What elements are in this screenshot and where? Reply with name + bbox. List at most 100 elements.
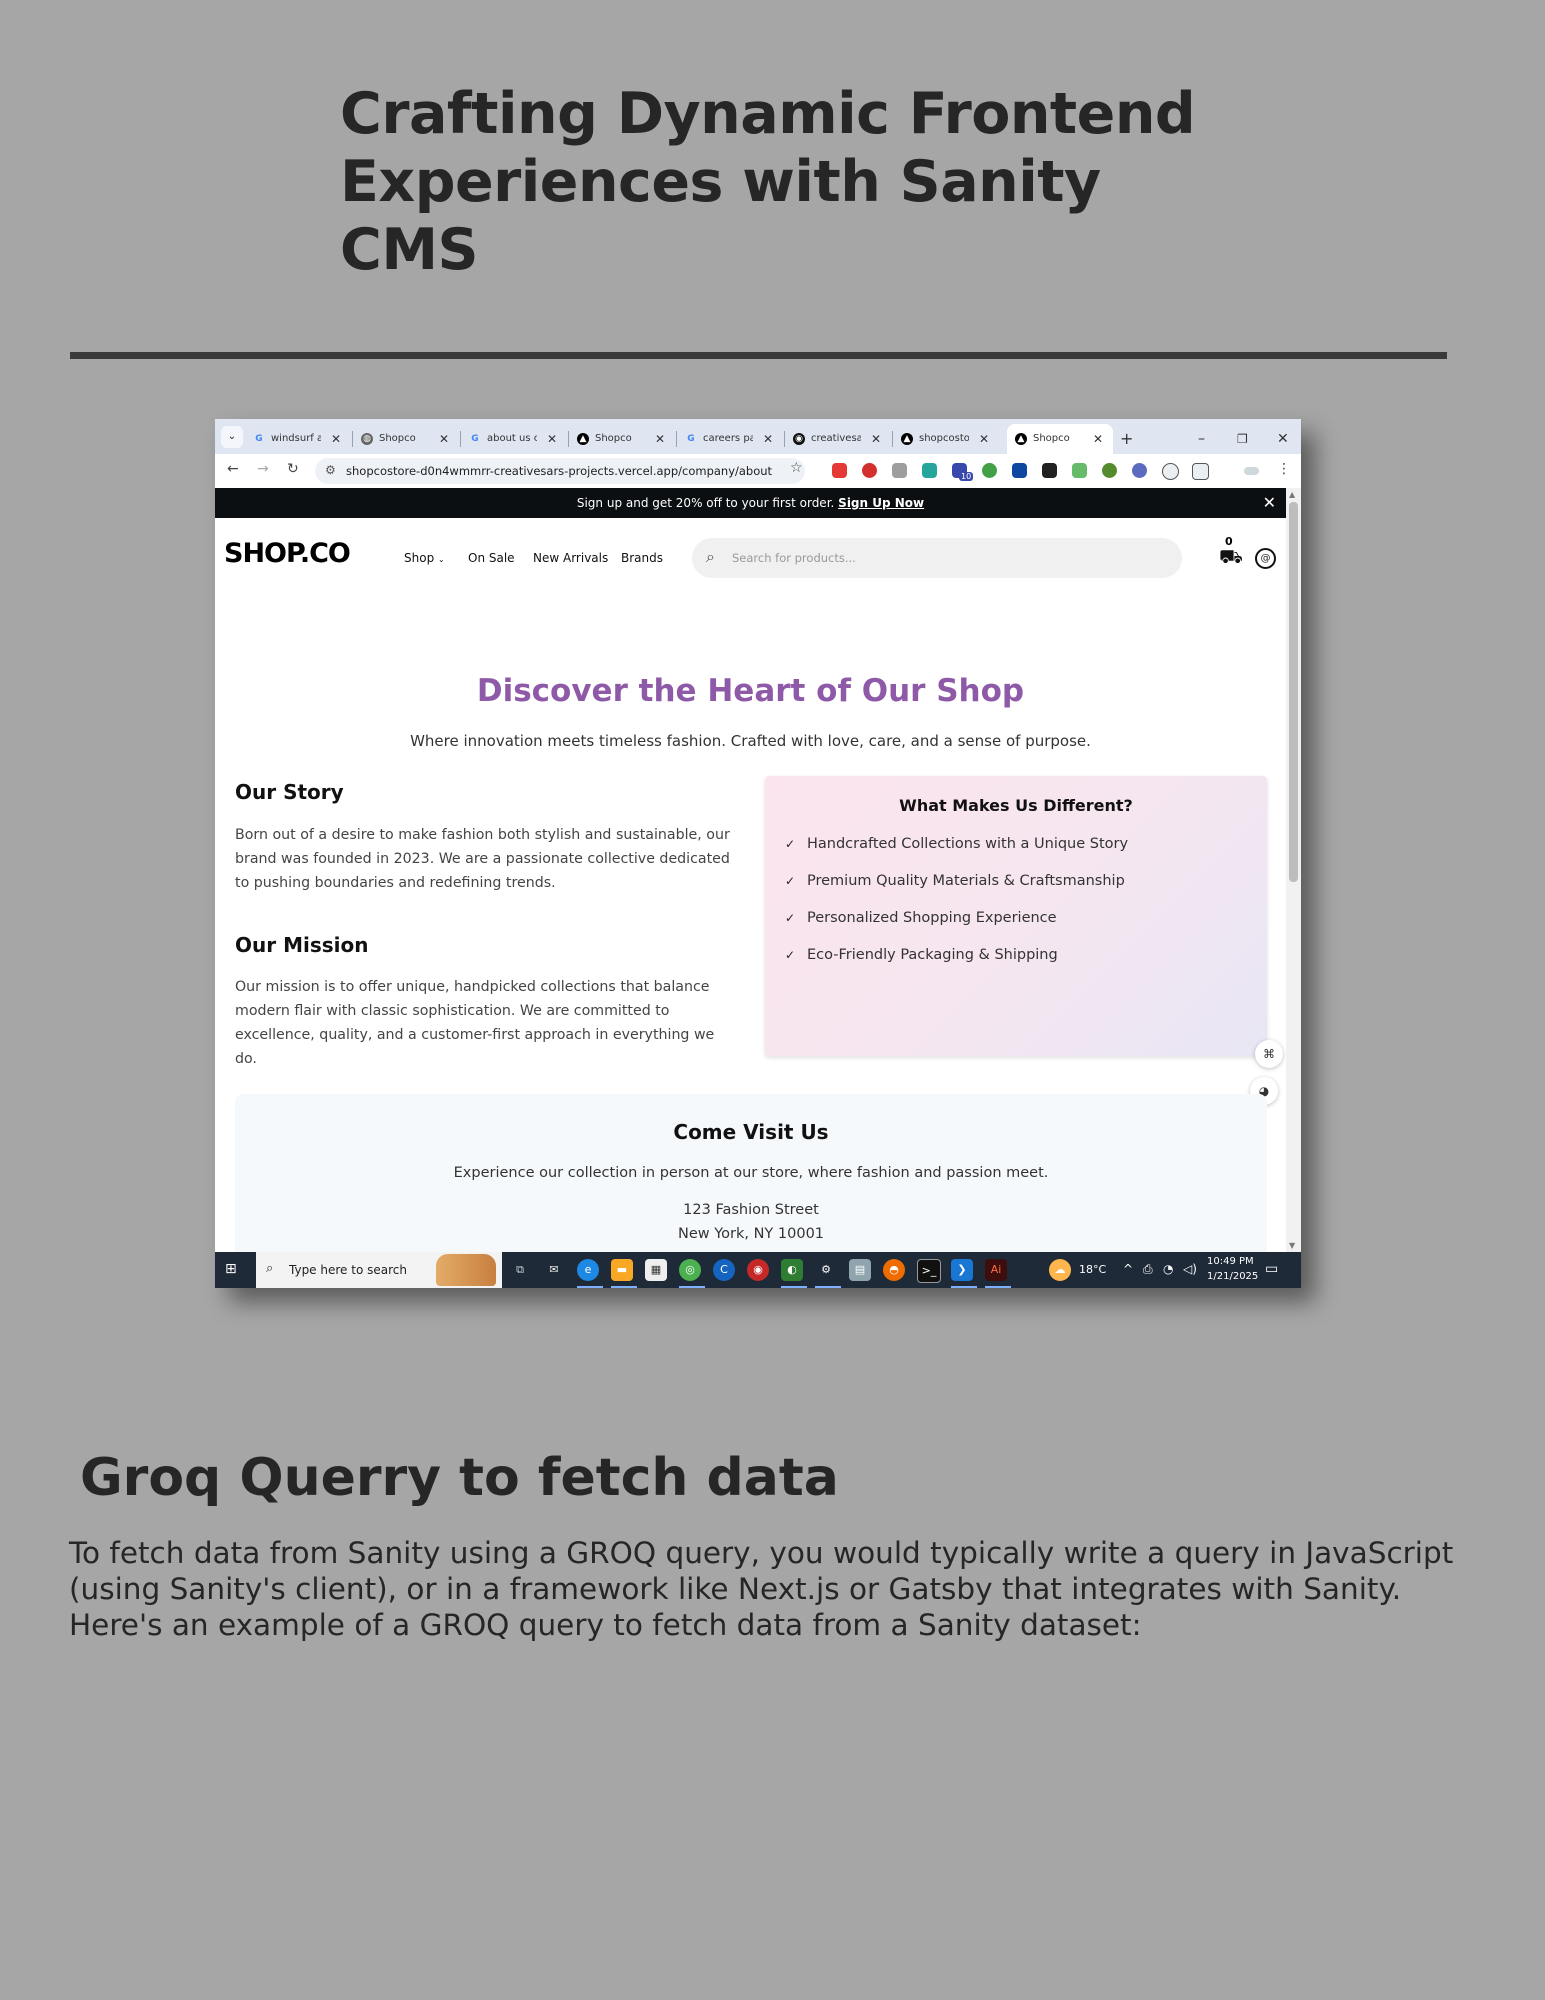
come-visit-us-section: Come Visit Us Experience our collection … (235, 1094, 1267, 1252)
cart-icon[interactable]: ⛟ (1219, 546, 1243, 571)
file-explorer-icon[interactable]: ▬ (611, 1259, 633, 1281)
tab-label: windsurf a (271, 433, 321, 444)
new-tab-icon[interactable]: + (1120, 424, 1133, 454)
tray-chevron-icon[interactable]: ^ (1123, 1262, 1133, 1276)
wifi-icon[interactable]: ◔ (1163, 1262, 1173, 1276)
tab-label: shopcosto (919, 433, 969, 444)
taskbar-search-input[interactable]: Type here to search (289, 1263, 407, 1277)
nav-new-arrivals[interactable]: New Arrivals (533, 551, 608, 565)
command-icon[interactable]: ⌘ (1255, 1040, 1283, 1068)
profile-icon[interactable] (1244, 467, 1259, 475)
tab-label: Shopco (1033, 433, 1070, 444)
user-account-icon[interactable]: @ (1255, 548, 1276, 569)
task-view-icon[interactable]: ⧉ (509, 1259, 531, 1281)
globe-extension-icon[interactable] (1102, 463, 1117, 478)
windows-taskbar: ⊞ ⌕ Type here to search ⧉ ✉ e ▬ ▦ ◎ C ◉ … (215, 1252, 1301, 1288)
url-bar[interactable]: ⚙ shopcostore-d0n4wmmrr-creativesars-pro… (315, 458, 805, 484)
chevron-down-icon: ⌄ (438, 555, 445, 564)
close-tab-icon[interactable]: ✕ (547, 424, 557, 454)
nav-shop[interactable]: Shop ⌄ (404, 551, 445, 565)
tab-search-button[interactable]: ⌄ (221, 426, 243, 448)
clock-date[interactable]: 1/21/2025 (1207, 1271, 1258, 1282)
tab-shopco-2[interactable]: ▲ Shopco ✕ (569, 424, 675, 454)
close-tab-icon[interactable]: ✕ (1093, 424, 1103, 454)
cortana-app-icon[interactable]: C (713, 1259, 735, 1281)
taskbar-search[interactable]: ⌕ Type here to search (256, 1252, 502, 1288)
leaf-extension-icon[interactable] (922, 463, 937, 478)
nav-on-sale[interactable]: On Sale (468, 551, 515, 565)
tab-shopco-1[interactable]: ◍ Shopco ✕ (353, 424, 459, 454)
close-tab-icon[interactable]: ✕ (331, 424, 341, 454)
terminal-icon[interactable]: >_ (917, 1259, 941, 1283)
chrome-icon[interactable]: ◎ (679, 1259, 701, 1281)
tab-shopco-active[interactable]: ▲ Shopco ✕ (1007, 424, 1113, 454)
adblock-icon[interactable] (832, 463, 847, 478)
tab-careers[interactable]: G careers pa ✕ (677, 424, 783, 454)
weather-temperature[interactable]: 18°C (1079, 1263, 1106, 1276)
reload-icon[interactable]: ↻ (287, 461, 299, 477)
page-scrollbar[interactable]: ▲ ▼ (1286, 488, 1301, 1252)
firefox-icon[interactable]: ◓ (883, 1259, 905, 1281)
site-info-icon[interactable]: ⚙ (325, 463, 336, 477)
weather-icon[interactable]: ☁ (1049, 1259, 1071, 1281)
puzzle-icon[interactable] (1192, 463, 1209, 480)
store-icon[interactable]: ▦ (645, 1259, 667, 1281)
signup-link[interactable]: Sign Up Now (838, 496, 924, 510)
minimize-icon[interactable]: – (1198, 424, 1205, 454)
clock-time[interactable]: 10:49 PM (1207, 1256, 1254, 1267)
scroll-down-icon[interactable]: ▼ (1289, 1241, 1295, 1250)
grammarly-icon[interactable] (982, 463, 997, 478)
gear-extension-icon[interactable] (1132, 463, 1147, 478)
server-icon[interactable]: ▤ (849, 1259, 871, 1281)
restore-icon[interactable]: ❐ (1237, 424, 1248, 454)
close-tab-icon[interactable]: ✕ (439, 424, 449, 454)
close-tab-icon[interactable]: ✕ (763, 424, 773, 454)
close-tab-icon[interactable]: ✕ (871, 424, 881, 454)
visit-address-line2: New York, NY 10001 (677, 1226, 825, 1242)
meet-now-icon[interactable]: ⎙ (1143, 1262, 1153, 1277)
tab-shopcostore[interactable]: ▲ shopcosto ✕ (893, 424, 999, 454)
bookmark-star-icon[interactable]: ☆ (790, 460, 803, 476)
scrollbar-thumb[interactable] (1289, 502, 1298, 882)
address-bar-row: ← → ↻ ⚙ shopcostore-d0n4wmmrr-creativesa… (215, 454, 1301, 489)
mail-icon[interactable]: ✉ (543, 1259, 565, 1281)
search-input[interactable]: Search for products... (732, 551, 856, 565)
active-app-indicator (577, 1286, 603, 1288)
close-window-icon[interactable]: ✕ (1277, 424, 1289, 454)
opera-extension-icon[interactable] (862, 463, 877, 478)
settings-gear-icon[interactable]: ⚙ (815, 1259, 837, 1281)
site-logo[interactable]: SHOP.CO (224, 538, 351, 569)
close-tab-icon[interactable]: ✕ (655, 424, 665, 454)
different-item: ✓ Eco-Friendly Packaging & Shipping (785, 947, 1058, 963)
active-app-indicator (951, 1286, 977, 1288)
tab-label: creativesa (811, 433, 861, 444)
nav-brands[interactable]: Brands (621, 551, 663, 565)
tab-label: about us c (487, 433, 537, 444)
volume-icon[interactable]: ◁) (1183, 1262, 1197, 1276)
menu-kebab-icon[interactable]: ⋮ (1277, 461, 1291, 477)
scroll-up-icon[interactable]: ▲ (1289, 490, 1295, 499)
dark-extension-icon[interactable] (1042, 463, 1057, 478)
dev-extension-icon[interactable] (1012, 463, 1027, 478)
red-app-icon[interactable]: ◉ (747, 1259, 769, 1281)
search-bar[interactable]: ⌕ Search for products... (692, 538, 1182, 578)
back-icon[interactable]: ← (227, 461, 239, 477)
different-item: ✓ Premium Quality Materials & Craftsmansh… (785, 873, 1125, 889)
close-tab-icon[interactable]: ✕ (979, 424, 989, 454)
edge-dev-icon[interactable]: ◐ (781, 1259, 803, 1281)
tab-about-us[interactable]: G about us c ✕ (461, 424, 567, 454)
windows-start-icon[interactable]: ⊞ (225, 1261, 241, 1277)
notification-icon[interactable]: ▭ (1265, 1261, 1278, 1277)
forward-icon[interactable]: → (257, 461, 269, 477)
tab-windsurf[interactable]: G windsurf a ✕ (245, 424, 351, 454)
copilot-extension-icon[interactable] (1162, 463, 1179, 480)
edge-icon[interactable]: e (577, 1259, 599, 1281)
illustrator-icon[interactable]: Ai (985, 1259, 1007, 1281)
nav-shop-label: Shop (404, 551, 435, 565)
tab-strip: ⌄ G windsurf a ✕ ◍ Shopco ✕ G about us c… (215, 419, 1301, 454)
close-promo-icon[interactable]: ✕ (1263, 488, 1276, 518)
lines-extension-icon[interactable] (1072, 463, 1087, 478)
vscode-icon[interactable]: ❯ (951, 1259, 973, 1281)
camera-extension-icon[interactable] (892, 463, 907, 478)
tab-github[interactable]: ◉ creativesa ✕ (785, 424, 891, 454)
